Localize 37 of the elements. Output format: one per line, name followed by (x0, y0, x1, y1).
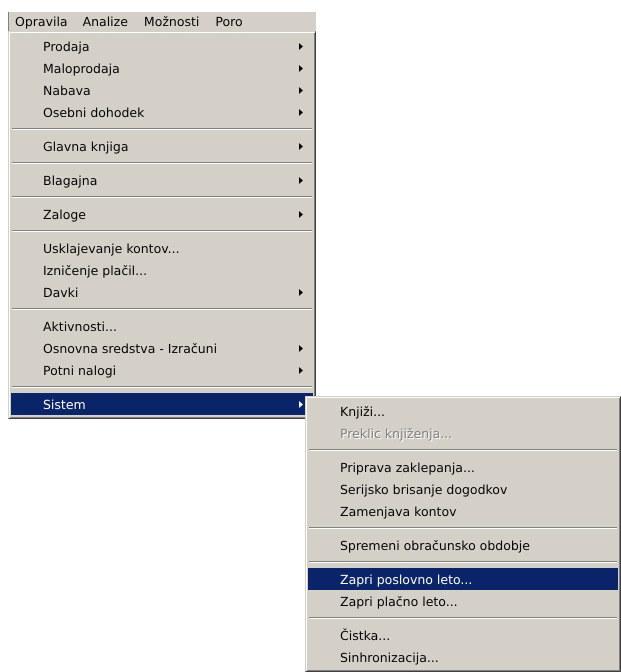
menu-item[interactable]: Usklajevanje kontov... (11, 237, 313, 259)
submenu-arrow-icon (299, 176, 303, 184)
submenu-arrow-icon (299, 42, 303, 50)
submenu-arrow-icon (299, 366, 303, 374)
submenu-arrow-icon (299, 142, 303, 150)
menu-item[interactable]: Zaloge (11, 203, 313, 225)
menu-item[interactable]: Priprava zaklepanja... (308, 456, 618, 478)
menu-item[interactable]: Osnovna sredstva - Izračuni (11, 337, 313, 359)
menu-item[interactable]: Nabava (11, 79, 313, 101)
menu-bar-item[interactable]: Poro (208, 12, 250, 31)
menu-item[interactable]: Maloprodaja (11, 57, 313, 79)
menu-item[interactable]: Prodaja (11, 35, 313, 57)
menu-item[interactable]: Izničenje plačil... (11, 259, 313, 281)
menu-item[interactable]: Aktivnosti... (11, 315, 313, 337)
submenu-arrow-icon (299, 108, 303, 116)
menu-item[interactable]: Serijsko brisanje dogodkov (308, 478, 618, 500)
menu-item[interactable]: Čistka... (308, 624, 618, 646)
menu-item[interactable]: Zamenjava kontov (308, 500, 618, 522)
menu-item[interactable]: Davki (11, 281, 313, 303)
menu-item[interactable]: Zapri poslovno leto... (308, 568, 618, 590)
menu-item[interactable]: Sinhronizacija... (308, 646, 618, 668)
menu-item[interactable]: Blagajna (11, 169, 313, 191)
menu-item[interactable]: Spremeni obračunsko obdobje (308, 534, 618, 556)
menu-bar-item[interactable]: Možnosti (136, 12, 206, 31)
menu-item[interactable]: Osebni dohodek (11, 101, 313, 123)
menu-bar-item[interactable]: Analize (76, 12, 135, 31)
menu-bar-item[interactable]: Opravila (9, 13, 74, 30)
submenu-arrow-icon (299, 288, 303, 296)
menu-item[interactable]: Zapri plačno leto... (308, 590, 618, 612)
submenu-arrow-icon (299, 210, 303, 218)
submenu-arrow-icon (299, 400, 303, 408)
menu-item[interactable]: Glavna knjiga (11, 135, 313, 157)
submenu-arrow-icon (299, 64, 303, 72)
submenu-arrow-icon (299, 86, 303, 94)
menu-item[interactable]: Sistem (11, 393, 313, 415)
menu-item[interactable]: Potni nalogi (11, 359, 313, 381)
submenu-arrow-icon (299, 344, 303, 352)
